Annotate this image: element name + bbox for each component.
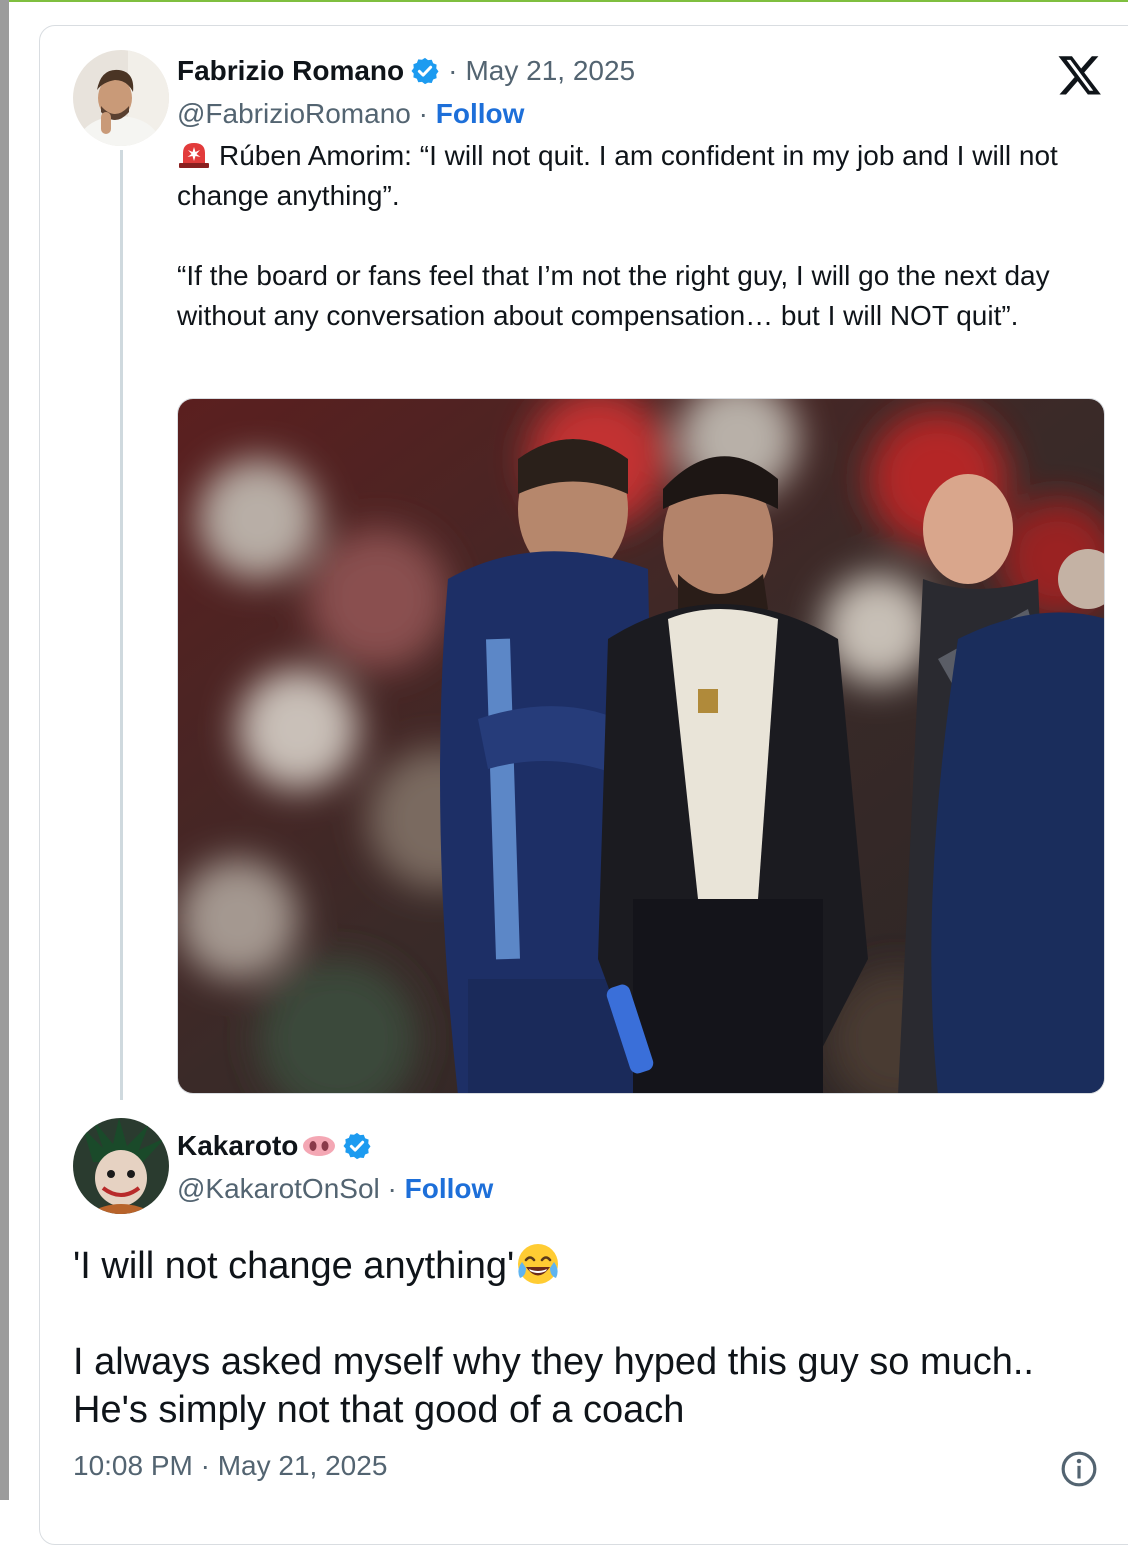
- follow-button[interactable]: Follow: [436, 98, 525, 129]
- fabrizio-avatar[interactable]: [73, 50, 169, 146]
- tweet-text-line2: “If the board or fans feel that I’m not …: [177, 260, 1050, 331]
- reply-tweet-text: 'I will not change anything' I always as…: [73, 1240, 1113, 1434]
- thread-connector: [120, 150, 123, 1100]
- reply-follow-button[interactable]: Follow: [405, 1173, 494, 1204]
- fabrizio-handle-row: @FabrizioRomano · Follow: [177, 98, 525, 129]
- verified-badge-icon: [411, 57, 439, 85]
- fabrizio-name-row: Fabrizio Romano · May 21, 2025: [177, 55, 635, 87]
- kakaroto-avatar[interactable]: [73, 1118, 169, 1214]
- reply-text-line2: I always asked myself why they hyped thi…: [73, 1341, 1034, 1431]
- tweet-date[interactable]: May 21, 2025: [465, 55, 635, 87]
- pig-nose-icon: [303, 1136, 336, 1156]
- quoted-tweet-text: Rúben Amorim: “I will not quit. I am con…: [177, 136, 1107, 336]
- kakaroto-name-row: Kakaroto: [177, 1130, 372, 1162]
- reply-timestamp[interactable]: 10:08 PM · May 21, 2025: [73, 1450, 387, 1482]
- reply-author-handle[interactable]: @KakarotOnSol: [177, 1173, 380, 1204]
- reply-text-line1: 'I will not change anything': [73, 1245, 515, 1287]
- kakaroto-handle-row: @KakarotOnSol · Follow: [177, 1173, 494, 1204]
- top-accent-line: [0, 0, 1128, 2]
- info-icon[interactable]: [1060, 1450, 1098, 1488]
- x-logo-icon[interactable]: [1057, 52, 1103, 98]
- face-with-tears-of-joy-icon: [518, 1244, 559, 1284]
- verified-badge-icon: [343, 1132, 371, 1160]
- reply-author-name[interactable]: Kakaroto: [177, 1130, 298, 1162]
- separator-dot: ·: [448, 55, 458, 86]
- author-handle[interactable]: @FabrizioRomano: [177, 98, 411, 129]
- author-name[interactable]: Fabrizio Romano: [177, 55, 404, 87]
- police-light-icon: [179, 143, 209, 168]
- tweet-text-line1: Rúben Amorim: “I will not quit. I am con…: [177, 140, 1058, 211]
- window-edge: [0, 0, 9, 1500]
- tweet-photo[interactable]: [177, 398, 1105, 1094]
